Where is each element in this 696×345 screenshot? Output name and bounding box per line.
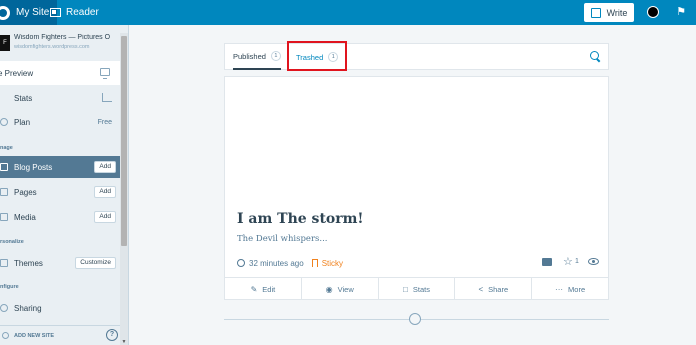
search-icon[interactable] (590, 51, 599, 60)
sidebar-item-blog-posts[interactable]: Blog Posts Add (0, 156, 120, 178)
add-site-icon (2, 332, 9, 339)
share-label: Share (488, 284, 509, 294)
section-header-personalize: rsonalize (0, 239, 24, 245)
more-label: More (568, 284, 586, 294)
comment-icon[interactable] (542, 258, 552, 266)
reader-label: Reader (66, 7, 99, 18)
add-media-button[interactable]: Add (94, 211, 116, 223)
section-header-manage: nage (0, 145, 13, 151)
site-preview-label: e Preview (0, 68, 34, 78)
edit-label: Edit (262, 284, 276, 294)
write-icon (590, 7, 601, 18)
stats-button[interactable]: □ Stats (379, 278, 456, 300)
post-featured-image[interactable] (225, 77, 608, 204)
site-title: Wisdom Fighters — Pictures O (14, 34, 111, 41)
star-icon[interactable]: ☆ (563, 255, 573, 268)
plan-icon (0, 118, 8, 126)
bookmark-icon (311, 259, 318, 267)
sidebar-scrollbar[interactable]: ▼ (120, 33, 128, 345)
share-button[interactable]: < Share (455, 278, 533, 300)
sidebar-item-media[interactable]: Media Add (0, 206, 120, 228)
tab-count: 1 (270, 51, 281, 61)
sidebar-item-stats[interactable]: Stats (0, 87, 120, 109)
avatar[interactable] (647, 6, 659, 18)
post-card: I am The storm! The Devil whispers... 32… (224, 76, 609, 300)
my-site-label: My Site (16, 7, 50, 18)
stats-icon (0, 94, 8, 102)
themes-icon (0, 259, 8, 267)
add-post-button[interactable]: Add (94, 161, 116, 173)
post-status-tabs: Published 1 Trashed 1 (224, 43, 609, 70)
sidebar-item-themes[interactable]: Themes Customize (0, 252, 120, 274)
wordpress-icon (0, 5, 10, 20)
sidebar-item-pages[interactable]: Pages Add (0, 181, 120, 203)
media-icon (0, 213, 8, 221)
more-button[interactable]: ··· More (532, 278, 608, 300)
tab-label: Published (233, 51, 266, 61)
wordpress-icon (409, 313, 421, 325)
write-button[interactable]: Write (584, 3, 634, 22)
plan-value: Free (97, 118, 112, 126)
share-icon: < (478, 284, 484, 294)
reader-icon (50, 8, 61, 17)
site-icon: F (0, 35, 10, 51)
write-label: Write (606, 7, 628, 18)
sharing-icon (0, 304, 8, 312)
view-button[interactable]: ◉ View (302, 278, 379, 300)
edit-button[interactable]: ✎ Edit (225, 278, 302, 300)
my-site-button[interactable]: My Site (0, 0, 58, 25)
reader-button[interactable]: Reader (50, 0, 99, 25)
posts-icon (0, 163, 8, 171)
stats-chart-icon (102, 93, 112, 102)
tab-published[interactable]: Published 1 (233, 44, 281, 70)
site-url: wisdomfighters.wordpress.com (14, 44, 90, 50)
clock-icon (237, 259, 245, 267)
sidebar-item-label: Sharing (14, 303, 42, 313)
pencil-icon: ✎ (250, 284, 258, 294)
add-new-site-label: ADD NEW SITE (14, 332, 55, 339)
sidebar-item-sharing[interactable]: Sharing (0, 297, 120, 319)
view-label: View (337, 284, 354, 294)
customize-button[interactable]: Customize (75, 257, 116, 269)
sidebar: F Wisdom Fighters — Pictures O wisdomfig… (0, 25, 129, 345)
sticky-label: Sticky (321, 258, 344, 268)
stats-icon: □ (403, 284, 408, 294)
scroll-down-icon[interactable]: ▼ (121, 339, 127, 345)
eye-icon[interactable] (588, 258, 599, 265)
scrollbar-thumb[interactable] (121, 36, 127, 246)
add-page-button[interactable]: Add (94, 186, 116, 198)
section-header-configure: nfigure (0, 284, 19, 290)
stats-label: Stats (412, 284, 430, 294)
add-new-site-button[interactable]: ADD NEW SITE ? (0, 325, 120, 345)
site-preview[interactable]: e Preview (0, 61, 120, 85)
eye-icon: ◉ (325, 284, 333, 294)
masterbar: My Site Reader Write ⚑ (0, 0, 696, 25)
help-icon[interactable]: ? (106, 329, 118, 341)
post-time[interactable]: 32 minutes ago (249, 259, 304, 268)
notifications-icon[interactable]: ⚑ (675, 6, 687, 18)
likes-count: 1 (575, 258, 579, 265)
post-actions: ✎ Edit ◉ View □ Stats < Share ··· More (225, 277, 608, 300)
sidebar-item-plan[interactable]: Plan Free (0, 111, 120, 133)
pages-icon (0, 188, 8, 196)
post-excerpt: The Devil whispers... (237, 234, 328, 244)
highlight-annotation (287, 41, 347, 71)
monitor-icon (100, 68, 110, 79)
post-title[interactable]: I am The storm! (237, 211, 364, 227)
current-site[interactable]: F Wisdom Fighters — Pictures O wisdomfig… (0, 25, 120, 61)
ellipsis-icon: ··· (555, 284, 564, 294)
post-meta: 32 minutes ago Sticky (237, 257, 343, 269)
